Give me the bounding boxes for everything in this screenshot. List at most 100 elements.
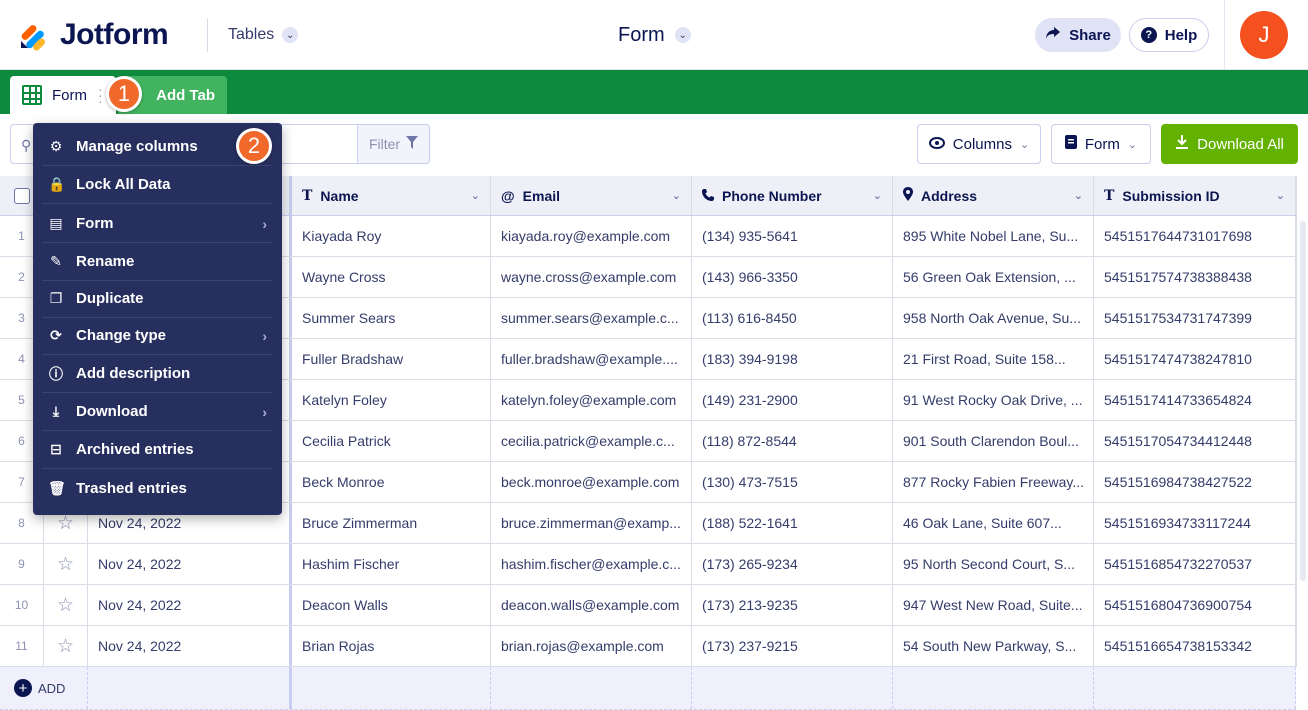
- menu-item-trashed-entries[interactable]: 🗑 Trashed entries: [42, 469, 273, 507]
- cell-address[interactable]: 877 Rocky Fabien Freeway...: [893, 462, 1094, 502]
- star-icon[interactable]: ☆: [44, 626, 88, 666]
- cell-phone[interactable]: (173) 237-9215: [692, 626, 893, 666]
- cell-email[interactable]: deacon.walls@example.com: [491, 585, 692, 625]
- cell-phone[interactable]: (173) 265-9234: [692, 544, 893, 584]
- cell-id[interactable]: 5451517414733654824: [1094, 380, 1296, 420]
- cell-name[interactable]: Fuller Bradshaw: [292, 339, 491, 379]
- star-icon[interactable]: ☆: [44, 585, 88, 625]
- cell-name[interactable]: Deacon Walls: [292, 585, 491, 625]
- table-row[interactable]: 10 ☆ Nov 24, 2022 Deacon Walls deacon.walls@…: [0, 585, 1296, 626]
- cell-id[interactable]: 5451516934733117244: [1094, 503, 1296, 543]
- cell-phone[interactable]: (143) 966-3350: [692, 257, 893, 297]
- cell-name[interactable]: Kiayada Roy: [292, 216, 491, 256]
- column-header-name[interactable]: T Name ⌄: [292, 176, 491, 215]
- cell-id[interactable]: 5451516654738153342: [1094, 626, 1296, 666]
- cell-email[interactable]: brian.rojas@example.com: [491, 626, 692, 666]
- cell-id[interactable]: 5451517534731747399: [1094, 298, 1296, 338]
- cell-email[interactable]: beck.monroe@example.com: [491, 462, 692, 502]
- cell-id[interactable]: 5451517054734412448: [1094, 421, 1296, 461]
- cell-email[interactable]: bruce.zimmerman@examp...: [491, 503, 692, 543]
- tables-dropdown[interactable]: Tables ⌄: [228, 22, 299, 48]
- columns-button[interactable]: Columns ⌄: [917, 124, 1041, 164]
- column-header-address[interactable]: Address ⌄: [893, 176, 1094, 215]
- cell-name[interactable]: Katelyn Foley: [292, 380, 491, 420]
- column-header-email[interactable]: @ Email ⌄: [491, 176, 692, 215]
- cell-address[interactable]: 21 First Road, Suite 158...: [893, 339, 1094, 379]
- cell-name[interactable]: Cecilia Patrick: [292, 421, 491, 461]
- cell-id[interactable]: 5451516984738427522: [1094, 462, 1296, 502]
- chevron-down-icon[interactable]: ⌄: [672, 189, 681, 202]
- cell-address[interactable]: 54 South New Parkway, S...: [893, 626, 1094, 666]
- column-header-phone[interactable]: Phone Number ⌄: [692, 176, 893, 215]
- cell-email[interactable]: katelyn.foley@example.com: [491, 380, 692, 420]
- cell-address[interactable]: 895 White Nobel Lane, Su...: [893, 216, 1094, 256]
- star-icon[interactable]: ☆: [44, 544, 88, 584]
- cell-name[interactable]: Beck Monroe: [292, 462, 491, 502]
- table-grid-icon: [22, 85, 42, 105]
- cell-address[interactable]: 901 South Clarendon Boul...: [893, 421, 1094, 461]
- cell-date[interactable]: Nov 24, 2022: [88, 585, 292, 625]
- select-all-checkbox[interactable]: [13, 187, 30, 204]
- menu-item-duplicate[interactable]: ❐ Duplicate: [42, 280, 273, 318]
- cell-email[interactable]: hashim.fischer@example.c...: [491, 544, 692, 584]
- chevron-down-icon[interactable]: ⌄: [471, 189, 480, 202]
- menu-item-change-type[interactable]: ⟳ Change type ›: [42, 317, 273, 355]
- cell-address[interactable]: 958 North Oak Avenue, Su...: [893, 298, 1094, 338]
- menu-item-lock-all-data[interactable]: 🔒 Lock All Data: [42, 166, 273, 204]
- cell-phone[interactable]: (173) 213-9235: [692, 585, 893, 625]
- cell-date[interactable]: Nov 24, 2022: [88, 544, 292, 584]
- tab-options-icon[interactable]: · · ·: [98, 82, 103, 108]
- cell-address[interactable]: 46 Oak Lane, Suite 607...: [893, 503, 1094, 543]
- cell-name[interactable]: Hashim Fischer: [292, 544, 491, 584]
- table-row[interactable]: 11 ☆ Nov 24, 2022 Brian Rojas brian.rojas@ex…: [0, 626, 1296, 667]
- jotform-logo[interactable]: Jotform: [18, 18, 169, 52]
- menu-item-archived-entries[interactable]: ⊟ Archived entries: [42, 431, 273, 469]
- menu-item-download[interactable]: ⤓ Download ›: [42, 393, 273, 431]
- cell-phone[interactable]: (113) 616-8450: [692, 298, 893, 338]
- chevron-down-icon[interactable]: ⌄: [873, 189, 882, 202]
- cell-id[interactable]: 5451516804736900754: [1094, 585, 1296, 625]
- form-title-dropdown[interactable]: Form ⌄: [618, 22, 691, 48]
- help-button[interactable]: ? Help: [1129, 18, 1209, 52]
- cell-id[interactable]: 5451517644731017698: [1094, 216, 1296, 256]
- share-button[interactable]: Share: [1035, 18, 1121, 52]
- chevron-down-icon[interactable]: ⌄: [1276, 189, 1285, 202]
- cell-name[interactable]: Summer Sears: [292, 298, 491, 338]
- column-header-submission-id[interactable]: T Submission ID ⌄: [1094, 176, 1296, 215]
- form-select-button[interactable]: Form ⌄: [1051, 124, 1151, 164]
- cell-name[interactable]: Brian Rojas: [292, 626, 491, 666]
- table-row[interactable]: 9 ☆ Nov 24, 2022 Hashim Fischer hashim.fisch…: [0, 544, 1296, 585]
- chevron-down-icon[interactable]: ⌄: [1074, 189, 1083, 202]
- add-row-button[interactable]: + ADD: [0, 667, 88, 709]
- cell-name[interactable]: Wayne Cross: [292, 257, 491, 297]
- cell-address[interactable]: 91 West Rocky Oak Drive, ...: [893, 380, 1094, 420]
- cell-phone[interactable]: (118) 872-8544: [692, 421, 893, 461]
- menu-item-add-description[interactable]: ⓘ Add description: [42, 355, 273, 393]
- cell-phone[interactable]: (149) 231-2900: [692, 380, 893, 420]
- scrollbar-thumb[interactable]: [1300, 221, 1306, 581]
- download-all-button[interactable]: Download All: [1161, 124, 1298, 164]
- cell-email[interactable]: fuller.bradshaw@example....: [491, 339, 692, 379]
- chevron-right-icon: ›: [262, 215, 267, 232]
- cell-date[interactable]: Nov 24, 2022: [88, 626, 292, 666]
- cell-email[interactable]: summer.sears@example.c...: [491, 298, 692, 338]
- cell-id[interactable]: 5451516854732270537: [1094, 544, 1296, 584]
- menu-item-rename[interactable]: ✎ Rename: [42, 243, 273, 281]
- cell-name[interactable]: Bruce Zimmerman: [292, 503, 491, 543]
- menu-item-label: Form: [76, 215, 114, 232]
- cell-id[interactable]: 5451517574738388438: [1094, 257, 1296, 297]
- cell-address[interactable]: 56 Green Oak Extension, ...: [893, 257, 1094, 297]
- cell-address[interactable]: 947 West New Road, Suite...: [893, 585, 1094, 625]
- filter-button[interactable]: Filter: [357, 124, 430, 164]
- cell-phone[interactable]: (188) 522-1641: [692, 503, 893, 543]
- cell-phone[interactable]: (134) 935-5641: [692, 216, 893, 256]
- cell-email[interactable]: cecilia.patrick@example.c...: [491, 421, 692, 461]
- cell-id[interactable]: 5451517474738247810: [1094, 339, 1296, 379]
- cell-phone[interactable]: (183) 394-9198: [692, 339, 893, 379]
- cell-email[interactable]: kiayada.roy@example.com: [491, 216, 692, 256]
- cell-address[interactable]: 95 North Second Court, S...: [893, 544, 1094, 584]
- cell-email[interactable]: wayne.cross@example.com: [491, 257, 692, 297]
- menu-item-form[interactable]: ▤ Form ›: [42, 205, 273, 243]
- avatar[interactable]: J: [1240, 11, 1288, 59]
- cell-phone[interactable]: (130) 473-7515: [692, 462, 893, 502]
